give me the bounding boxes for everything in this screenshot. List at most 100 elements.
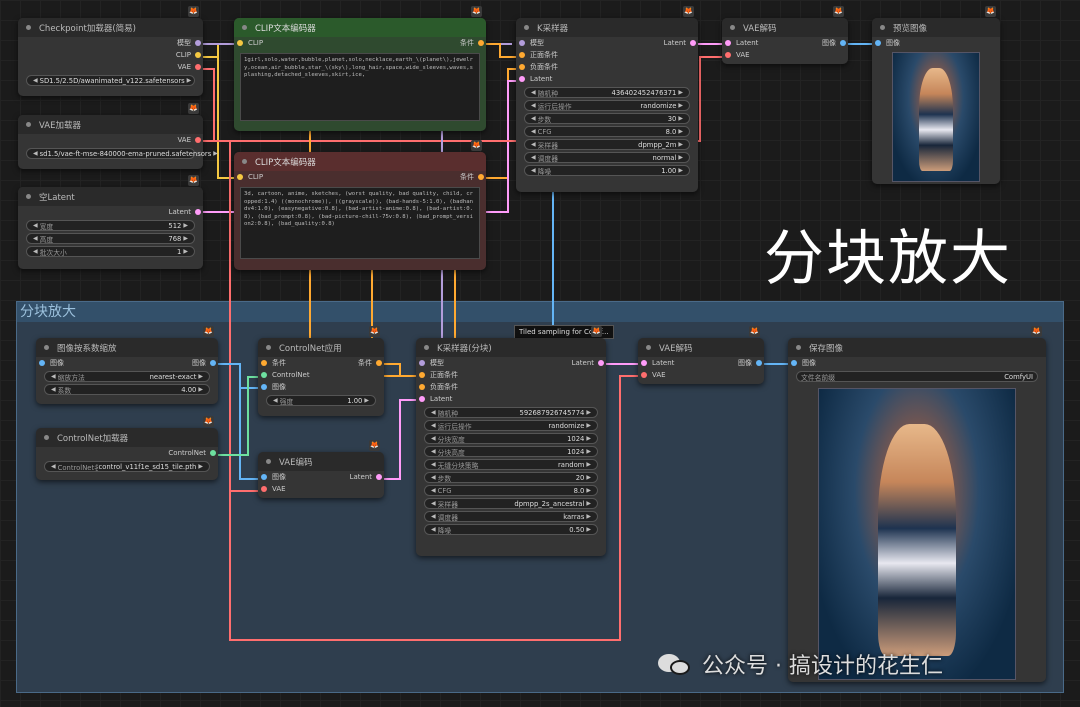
arrow-right-icon[interactable]: ▶: [196, 386, 205, 393]
socket-icon[interactable]: [641, 360, 647, 366]
arrow-right-icon[interactable]: ▶: [196, 463, 205, 470]
socket-icon[interactable]: [261, 486, 267, 492]
widget-4[interactable]: ◀ 无缝分块策略 random ▶: [424, 459, 598, 470]
widget-6[interactable]: ◀ CFG 8.0 ▶: [424, 485, 598, 496]
arrow-right-icon[interactable]: ▶: [196, 373, 205, 380]
prompt-textarea[interactable]: 1girl,solo,water,bubble,planet,solo,neck…: [240, 53, 480, 121]
widget-0[interactable]: ◀ 随机种 592687926745774 ▶: [424, 407, 598, 418]
collapse-dot-icon[interactable]: [266, 459, 271, 464]
arrow-right-icon[interactable]: ▶: [676, 102, 685, 109]
arrow-left-icon[interactable]: ◀: [31, 248, 40, 255]
collapse-dot-icon[interactable]: [242, 159, 247, 164]
input-positive[interactable]: 正面条件: [416, 369, 606, 381]
width-widget[interactable]: ◀ 宽度 512 ▶: [26, 220, 195, 231]
socket-icon[interactable]: [519, 40, 525, 46]
node-controlnet-apply[interactable]: 🦊 ControlNet应用 条件 条件 ControlNet 图像 ◀ 强度 1.0…: [258, 326, 384, 416]
widget-3[interactable]: ◀ 分块高度 1024 ▶: [424, 446, 598, 457]
strength-widget[interactable]: ◀ 强度 1.00 ▶: [266, 395, 376, 406]
arrow-left-icon[interactable]: ◀: [429, 461, 438, 468]
arrow-right-icon[interactable]: ▶: [676, 89, 685, 96]
input-vae[interactable]: VAE: [722, 49, 848, 61]
output-vae[interactable]: VAE: [18, 134, 203, 146]
arrow-right-icon[interactable]: ▶: [185, 77, 194, 84]
saved-image[interactable]: [818, 388, 1016, 680]
input-negative[interactable]: 负面条件: [416, 381, 606, 393]
arrow-right-icon[interactable]: ▶: [676, 167, 685, 174]
node-checkpoint-loader[interactable]: 🦊 Checkpoint加载器(简易) 模型 CLIP VAE ◀ SD1.5/2…: [18, 6, 203, 96]
collapse-dot-icon[interactable]: [26, 194, 31, 199]
arrow-right-icon[interactable]: ▶: [584, 487, 593, 494]
output-vae[interactable]: VAE: [18, 61, 203, 73]
socket-icon[interactable]: [195, 137, 201, 143]
input-image[interactable]: 图像: [258, 381, 384, 393]
arrow-right-icon[interactable]: ▶: [584, 513, 593, 520]
collapse-dot-icon[interactable]: [730, 25, 735, 30]
arrow-right-icon[interactable]: ▶: [676, 115, 685, 122]
arrow-left-icon[interactable]: ◀: [271, 397, 280, 404]
arrow-right-icon[interactable]: ▶: [584, 448, 593, 455]
widget-8[interactable]: ◀ 调度器 karras ▶: [424, 511, 598, 522]
output-model[interactable]: 模型: [18, 37, 203, 49]
socket-icon[interactable]: [376, 474, 382, 480]
arrow-left-icon[interactable]: ◀: [529, 141, 538, 148]
socket-icon[interactable]: [261, 384, 267, 390]
widget-7[interactable]: ◀ 采样器 dpmpp_2s_ancestral ▶: [424, 498, 598, 509]
arrow-right-icon[interactable]: ▶: [584, 435, 593, 442]
arrow-left-icon[interactable]: ◀: [429, 448, 438, 455]
height-widget[interactable]: ◀ 高度 768 ▶: [26, 233, 195, 244]
node-ksampler[interactable]: 🦊 K采样器 模型 Latent 正面条件 负面条件 Latent ◀ 随机种 436…: [516, 6, 698, 192]
arrow-right-icon[interactable]: ▶: [362, 397, 371, 404]
input-image[interactable]: 图像: [872, 37, 1000, 49]
arrow-left-icon[interactable]: ◀: [529, 167, 538, 174]
socket-icon[interactable]: [791, 360, 797, 366]
widget-5[interactable]: ◀ 调度器 normal ▶: [524, 152, 690, 163]
widget-5[interactable]: ◀ 步数 20 ▶: [424, 472, 598, 483]
collapse-dot-icon[interactable]: [646, 345, 651, 350]
vae-name-combo[interactable]: ◀ sd1.5/vae-ft-mse-840000-ema-pruned.safe…: [26, 148, 218, 159]
output-controlnet[interactable]: ControlNet: [36, 447, 218, 459]
widget-4[interactable]: ◀ 采样器 dpmpp_2m ▶: [524, 139, 690, 150]
input-image[interactable]: 图像: [788, 357, 1046, 369]
input-model[interactable]: 模型 Latent: [516, 37, 698, 49]
socket-icon[interactable]: [39, 360, 45, 366]
input-image[interactable]: 图像 Latent: [258, 471, 384, 483]
input-model[interactable]: 模型 Latent: [416, 357, 606, 369]
node-preview-image[interactable]: 🦊 预览图像 图像: [872, 6, 1000, 184]
arrow-right-icon[interactable]: ▶: [584, 474, 593, 481]
controlnet-name-combo[interactable]: ◀ControlNet名称control_v11f1e_sd15_tile.pt…: [44, 461, 210, 472]
input-clip[interactable]: CLIP 条件: [234, 171, 486, 183]
input-latent[interactable]: Latent: [516, 73, 698, 85]
socket-icon[interactable]: [261, 474, 267, 480]
widget-0[interactable]: ◀ 随机种 436402452476371 ▶: [524, 87, 690, 98]
arrow-right-icon[interactable]: ▶: [584, 500, 593, 507]
socket-icon[interactable]: [237, 40, 243, 46]
arrow-right-icon[interactable]: ▶: [584, 409, 593, 416]
socket-icon[interactable]: [195, 52, 201, 58]
input-vae[interactable]: VAE: [258, 483, 384, 495]
arrow-right-icon[interactable]: ▶: [181, 235, 190, 242]
input-clip[interactable]: CLIP 条件: [234, 37, 486, 49]
socket-icon[interactable]: [598, 360, 604, 366]
node-vae-encode[interactable]: 🦊 VAE编码 图像 Latent VAE: [258, 440, 384, 498]
input-positive[interactable]: 正面条件: [516, 49, 698, 61]
socket-icon[interactable]: [195, 209, 201, 215]
filename-prefix-field[interactable]: 文件名前缀 ComfyUI: [796, 371, 1038, 382]
arrow-left-icon[interactable]: ◀: [529, 154, 538, 161]
widget-9[interactable]: ◀ 降噪 0.50 ▶: [424, 524, 598, 535]
arrow-left-icon[interactable]: ◀: [429, 422, 438, 429]
input-image[interactable]: 图像 图像: [36, 357, 218, 369]
collapse-dot-icon[interactable]: [26, 25, 31, 30]
output-latent[interactable]: Latent: [18, 206, 203, 218]
socket-icon[interactable]: [641, 372, 647, 378]
widget-3[interactable]: ◀ CFG 8.0 ▶: [524, 126, 690, 137]
socket-icon[interactable]: [419, 360, 425, 366]
scale-factor-widget[interactable]: ◀ 系数 4.00 ▶: [44, 384, 210, 395]
socket-icon[interactable]: [419, 372, 425, 378]
arrow-left-icon[interactable]: ◀: [49, 373, 58, 380]
socket-icon[interactable]: [519, 52, 525, 58]
widget-1[interactable]: ◀ 运行后操作 randomize ▶: [524, 100, 690, 111]
input-controlnet[interactable]: ControlNet: [258, 369, 384, 381]
socket-icon[interactable]: [725, 40, 731, 46]
collapse-dot-icon[interactable]: [880, 25, 885, 30]
arrow-left-icon[interactable]: ◀: [529, 128, 538, 135]
